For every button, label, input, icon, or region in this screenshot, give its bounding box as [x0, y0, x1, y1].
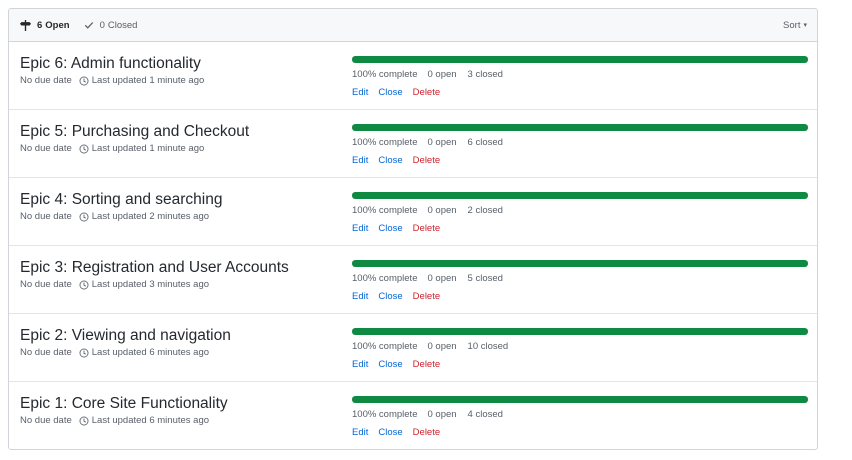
- progress-fill: [352, 328, 808, 335]
- clock-icon: [79, 212, 89, 222]
- open-label: Open: [45, 19, 70, 31]
- milestone-row: Epic 2: Viewing and navigation No due da…: [9, 314, 817, 382]
- milestone-title[interactable]: Epic 4: Sorting and searching: [20, 190, 222, 210]
- milestone-title[interactable]: Epic 3: Registration and User Accounts: [20, 258, 289, 278]
- closed-issues-count[interactable]: 5 closed: [468, 273, 503, 284]
- clock-icon: [79, 76, 89, 86]
- percent-complete: 100% complete: [352, 341, 418, 352]
- due-date: No due date: [20, 279, 72, 290]
- progress-fill: [352, 260, 808, 267]
- percent-complete: 100% complete: [352, 137, 418, 148]
- open-issues-count[interactable]: 0 open: [427, 409, 456, 420]
- delete-link[interactable]: Delete: [413, 291, 440, 302]
- last-updated: Last updated 1 minute ago: [91, 143, 205, 154]
- sort-dropdown[interactable]: Sort ▾: [783, 20, 807, 31]
- delete-link[interactable]: Delete: [413, 155, 440, 166]
- progress-bar: [352, 124, 808, 131]
- clock-icon: [79, 416, 89, 426]
- closed-issues-count[interactable]: 2 closed: [468, 205, 503, 216]
- last-updated: Last updated 1 minute ago: [91, 75, 205, 86]
- milestone-icon: [20, 19, 31, 31]
- due-date: No due date: [20, 347, 72, 358]
- clock-icon: [79, 280, 89, 290]
- open-issues-count[interactable]: 0 open: [427, 273, 456, 284]
- progress-fill: [352, 396, 808, 403]
- due-date: No due date: [20, 211, 72, 222]
- close-link[interactable]: Close: [378, 87, 402, 98]
- milestone-row: Epic 1: Core Site Functionality No due d…: [9, 382, 817, 449]
- closed-count: 0: [99, 19, 105, 31]
- edit-link[interactable]: Edit: [352, 427, 368, 438]
- last-updated: Last updated 2 minutes ago: [91, 211, 210, 222]
- close-link[interactable]: Close: [378, 359, 402, 370]
- edit-link[interactable]: Edit: [352, 291, 368, 302]
- closed-issues-count[interactable]: 3 closed: [468, 69, 503, 80]
- closed-label: Closed: [107, 19, 138, 31]
- closed-issues-count[interactable]: 10 closed: [468, 341, 509, 352]
- close-link[interactable]: Close: [378, 155, 402, 166]
- percent-complete: 100% complete: [352, 205, 418, 216]
- delete-link[interactable]: Delete: [413, 427, 440, 438]
- closed-milestones-tab[interactable]: 0 Closed: [84, 19, 138, 31]
- clock-icon: [79, 144, 89, 154]
- progress-bar: [352, 56, 808, 63]
- delete-link[interactable]: Delete: [413, 223, 440, 234]
- close-link[interactable]: Close: [378, 427, 402, 438]
- milestone-title[interactable]: Epic 5: Purchasing and Checkout: [20, 122, 249, 142]
- open-count: 6: [37, 19, 43, 31]
- milestone-row: Epic 3: Registration and User Accounts N…: [9, 246, 817, 314]
- percent-complete: 100% complete: [352, 69, 418, 80]
- milestone-title[interactable]: Epic 1: Core Site Functionality: [20, 394, 228, 414]
- milestone-row: Epic 5: Purchasing and Checkout No due d…: [9, 110, 817, 178]
- clock-icon: [79, 348, 89, 358]
- delete-link[interactable]: Delete: [413, 359, 440, 370]
- progress-bar: [352, 396, 808, 403]
- due-date: No due date: [20, 415, 72, 426]
- percent-complete: 100% complete: [352, 273, 418, 284]
- open-issues-count[interactable]: 0 open: [427, 137, 456, 148]
- last-updated: Last updated 6 minutes ago: [91, 347, 210, 358]
- percent-complete: 100% complete: [352, 409, 418, 420]
- closed-issues-count[interactable]: 6 closed: [468, 137, 503, 148]
- caret-down-icon: ▾: [803, 22, 807, 29]
- milestone-row: Epic 4: Sorting and searching No due dat…: [9, 178, 817, 246]
- progress-bar: [352, 260, 808, 267]
- progress-bar: [352, 328, 808, 335]
- progress-bar: [352, 192, 808, 199]
- edit-link[interactable]: Edit: [352, 359, 368, 370]
- open-milestones-tab[interactable]: 6 Open: [20, 19, 70, 31]
- milestone-title[interactable]: Epic 2: Viewing and navigation: [20, 326, 231, 346]
- progress-fill: [352, 56, 808, 63]
- edit-link[interactable]: Edit: [352, 155, 368, 166]
- due-date: No due date: [20, 75, 72, 86]
- close-link[interactable]: Close: [378, 223, 402, 234]
- open-issues-count[interactable]: 0 open: [427, 69, 456, 80]
- progress-fill: [352, 192, 808, 199]
- last-updated: Last updated 6 minutes ago: [91, 415, 210, 426]
- check-icon: [84, 22, 93, 29]
- progress-fill: [352, 124, 808, 131]
- milestones-header: 6 Open 0 Closed Sort ▾: [9, 9, 817, 42]
- due-date: No due date: [20, 143, 72, 154]
- milestones-list: 6 Open 0 Closed Sort ▾ Epic 6: Admin fun…: [8, 8, 818, 450]
- delete-link[interactable]: Delete: [413, 87, 440, 98]
- open-issues-count[interactable]: 0 open: [427, 205, 456, 216]
- edit-link[interactable]: Edit: [352, 87, 368, 98]
- milestone-title[interactable]: Epic 6: Admin functionality: [20, 54, 204, 74]
- edit-link[interactable]: Edit: [352, 223, 368, 234]
- last-updated: Last updated 3 minutes ago: [91, 279, 210, 290]
- closed-issues-count[interactable]: 4 closed: [468, 409, 503, 420]
- milestone-row: Epic 6: Admin functionality No due date …: [9, 42, 817, 110]
- open-issues-count[interactable]: 0 open: [427, 341, 456, 352]
- close-link[interactable]: Close: [378, 291, 402, 302]
- sort-label: Sort: [783, 19, 801, 31]
